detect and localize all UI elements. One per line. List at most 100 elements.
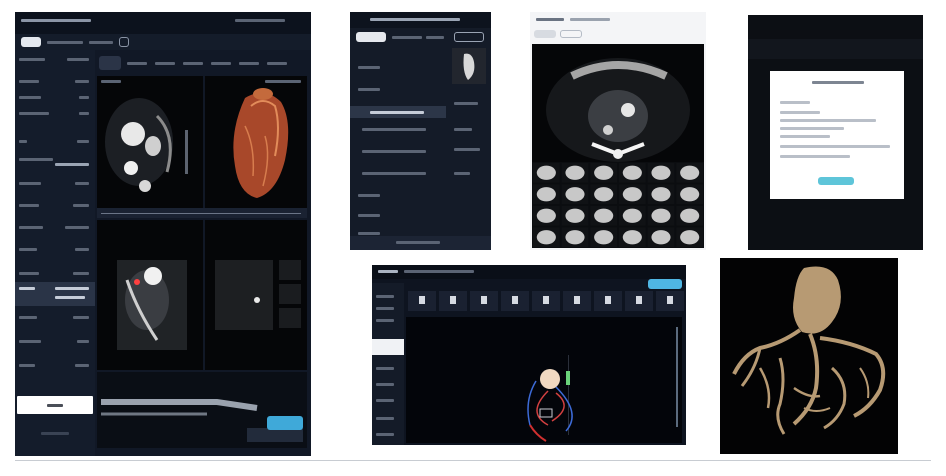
viewport-tab[interactable]: [211, 62, 231, 65]
slice-thumbnail[interactable]: [619, 184, 646, 205]
list-item[interactable]: [362, 172, 426, 175]
sidebar-row[interactable]: [19, 96, 41, 99]
tool-item[interactable]: [376, 433, 394, 436]
slice-thumbnail[interactable]: [676, 227, 703, 248]
tool-item[interactable]: [376, 417, 394, 420]
panel-dialog-overlay: [748, 15, 923, 250]
vessel-thumbnail[interactable]: [563, 291, 591, 311]
sidebar-item-selected[interactable]: [15, 282, 95, 306]
slice-thumbnail[interactable]: [647, 163, 675, 183]
sidebar-row[interactable]: [19, 248, 37, 251]
panel5-action-button[interactable]: [648, 279, 682, 289]
tool-item[interactable]: [376, 307, 394, 310]
sidebar-row[interactable]: [19, 182, 41, 185]
panel3-tab-active[interactable]: [534, 30, 556, 38]
panel2-tab-active[interactable]: [356, 32, 386, 42]
panel2-tab[interactable]: [426, 36, 444, 39]
tool-item[interactable]: [376, 383, 394, 386]
sidebar-row[interactable]: [19, 272, 39, 275]
slice-thumbnail[interactable]: [533, 227, 560, 248]
viewport-axial-ct[interactable]: [97, 76, 203, 208]
slice-grid-image: [533, 163, 703, 248]
slice-thumbnail[interactable]: [590, 163, 617, 183]
sidebar-row[interactable]: [19, 158, 53, 161]
list-item[interactable]: [358, 214, 380, 217]
sidebar-row[interactable]: [19, 316, 37, 319]
slice-thumbnail[interactable]: [590, 227, 617, 248]
panel2-tab[interactable]: [392, 36, 422, 39]
vessel-thumbnail[interactable]: [625, 291, 653, 311]
list-item[interactable]: [358, 66, 380, 69]
viewport-tab[interactable]: [183, 62, 203, 65]
slice-thumbnail[interactable]: [533, 184, 560, 205]
list-item[interactable]: [362, 150, 426, 153]
slice-thumbnail[interactable]: [561, 227, 589, 248]
tool-item[interactable]: [376, 399, 394, 402]
vessel-thumbnail[interactable]: [501, 291, 529, 311]
sidebar-row[interactable]: [19, 58, 45, 61]
toolbar-tab-2[interactable]: [89, 41, 113, 44]
slice-thumbnail[interactable]: [561, 163, 589, 183]
slice-thumbnail[interactable]: [533, 163, 560, 183]
slice-thumbnail[interactable]: [590, 184, 617, 205]
slice-thumbnail[interactable]: [561, 184, 589, 205]
slice-thumbnail[interactable]: [676, 163, 703, 183]
panel2-footer[interactable]: [350, 236, 491, 250]
vessel-thumbnail[interactable]: [408, 291, 436, 311]
slice-thumbnail[interactable]: [647, 184, 675, 205]
vessel-thumbnail[interactable]: [656, 291, 684, 311]
panel2-tab-outlined[interactable]: [454, 32, 484, 42]
toolbar-tab-1[interactable]: [47, 41, 83, 44]
confirm-button[interactable]: [267, 416, 303, 430]
viewport-cross-sections[interactable]: [205, 220, 307, 370]
viewport-tab[interactable]: [127, 62, 147, 65]
tool-item[interactable]: [376, 295, 394, 298]
slice-thumbnail[interactable]: [619, 163, 646, 183]
vessel-thumbnail[interactable]: [439, 291, 467, 311]
viewport-3d-heart[interactable]: [205, 76, 307, 208]
sidebar-row[interactable]: [19, 364, 35, 367]
slice-thumbnail[interactable]: [647, 206, 675, 226]
list-item[interactable]: [362, 128, 426, 131]
slice-thumbnail[interactable]: [561, 206, 589, 226]
sidebar-row[interactable]: [19, 204, 39, 207]
sidebar-row[interactable]: [19, 226, 43, 229]
vessel-thumbnail[interactable]: [594, 291, 622, 311]
panel2-footer-label: [396, 241, 440, 244]
sidebar-row[interactable]: [19, 112, 49, 115]
coronary-3d-view[interactable]: [406, 317, 682, 443]
tool-item[interactable]: [376, 319, 394, 322]
slice-thumbnail[interactable]: [533, 206, 560, 226]
list-item[interactable]: [358, 88, 380, 91]
slice-thumbnail[interactable]: [647, 227, 675, 248]
slice-thumbnail[interactable]: [676, 184, 703, 205]
viewport-cpr[interactable]: [97, 220, 203, 370]
list-item[interactable]: [358, 232, 380, 235]
viewport-tab[interactable]: [267, 62, 287, 65]
list-item-selected[interactable]: [350, 106, 446, 118]
dialog-confirm-button[interactable]: [818, 177, 854, 185]
slice-thumbnail[interactable]: [619, 227, 646, 248]
viewport-tab[interactable]: [155, 62, 175, 65]
series-thumbnail[interactable]: [452, 48, 486, 84]
tool-item[interactable]: [376, 367, 394, 370]
viewport-tab[interactable]: [239, 62, 259, 65]
list-item[interactable]: [358, 194, 380, 197]
slice-thumbnail[interactable]: [590, 206, 617, 226]
sidebar-row[interactable]: [19, 80, 39, 83]
sidebar-bottom-button[interactable]: [17, 396, 93, 414]
vessel-thumbnail[interactable]: [532, 291, 560, 311]
toolbar-button[interactable]: [119, 37, 129, 47]
toolbar-button-active[interactable]: [21, 37, 41, 47]
vessel-thumbnail[interactable]: [470, 291, 498, 311]
stretched-vessel-strip[interactable]: [97, 372, 307, 448]
sidebar-row[interactable]: [19, 140, 27, 143]
tool-item-selected[interactable]: [372, 339, 404, 355]
viewport-tab[interactable]: [99, 56, 121, 70]
panel3-tab[interactable]: [560, 30, 582, 38]
bottom-divider: [15, 460, 931, 461]
sidebar-row[interactable]: [19, 340, 41, 343]
slice-thumbnail[interactable]: [619, 206, 646, 226]
panel3-main-view[interactable]: [532, 44, 704, 162]
slice-thumbnail[interactable]: [676, 206, 703, 226]
